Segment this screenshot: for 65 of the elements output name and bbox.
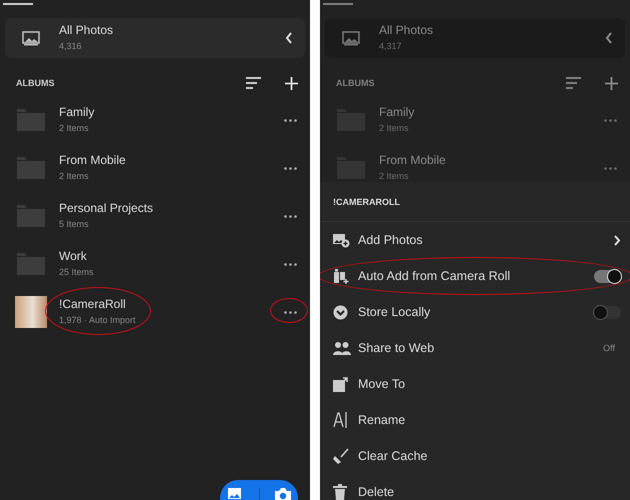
menu-item[interactable]: Clear Cache	[358, 449, 621, 463]
folder-icon	[17, 157, 45, 179]
setting-value: Off	[603, 343, 615, 353]
folder-icon	[17, 205, 45, 227]
all-photos-card[interactable]: All Photos 4,316	[5, 18, 305, 58]
album-name[interactable]: From Mobile	[379, 153, 446, 168]
photo-placeholder	[15, 296, 47, 328]
image-icon	[22, 30, 40, 46]
menu-item[interactable]: Delete	[358, 485, 621, 499]
sheet-title: !CAMERAROLL	[333, 196, 400, 206]
add-photo-button[interactable]	[228, 488, 244, 500]
phone-plus-icon	[333, 268, 349, 284]
more-icon	[284, 118, 297, 122]
menu-item[interactable]: Rename	[358, 413, 621, 427]
more-icon	[284, 262, 297, 266]
album-name[interactable]: Work	[59, 249, 87, 264]
sort-icon[interactable]	[246, 77, 261, 89]
all-photos-title: All Photos	[59, 23, 114, 38]
album-count: 25 Items	[59, 266, 94, 279]
download-circle-icon	[333, 304, 348, 320]
section-heading: ALBUMS	[336, 78, 376, 88]
menu-item[interactable]: Share to Web	[358, 341, 604, 355]
album-count: 5 Items	[59, 218, 89, 231]
album-name[interactable]: Personal Projects	[59, 201, 154, 216]
album-name[interactable]: !CameraRoll	[59, 297, 126, 312]
more-icon	[604, 166, 617, 170]
add-icon[interactable]	[285, 76, 298, 90]
album-count: 2 Items	[59, 170, 89, 183]
menu-item[interactable]: Move To	[358, 377, 621, 391]
tab-indicator	[3, 3, 33, 5]
more-icon	[284, 310, 297, 314]
menu-item[interactable]: Store Locally	[358, 305, 594, 319]
text-cursor-icon	[333, 412, 348, 428]
camera-button[interactable]	[274, 488, 290, 500]
toggle-switch[interactable]	[594, 306, 621, 318]
move-icon	[333, 376, 348, 392]
folder-icon	[17, 109, 45, 131]
more-icon	[284, 214, 297, 218]
trash-icon	[333, 484, 347, 500]
section-heading: ALBUMS	[16, 78, 56, 88]
all-photos-title: All Photos	[379, 23, 434, 38]
menu-item[interactable]: Auto Add from Camera Roll	[358, 269, 594, 283]
people-icon	[333, 341, 351, 355]
tab-indicator	[323, 3, 353, 5]
chevron-right-icon	[614, 234, 621, 246]
album-count: 2 Items	[59, 122, 89, 135]
folder-icon	[17, 253, 45, 275]
toggle-switch[interactable]	[594, 270, 621, 282]
all-photos-card[interactable]: All Photos 4,317	[325, 18, 625, 58]
album-name[interactable]: Family	[59, 105, 94, 120]
album-count: 1,978 · Auto Import	[59, 314, 136, 327]
image-icon	[342, 30, 360, 46]
album-name[interactable]: Family	[379, 105, 414, 120]
broom-icon	[333, 448, 349, 464]
more-icon	[604, 118, 617, 122]
add-photo-icon	[333, 232, 350, 248]
album-name[interactable]: From Mobile	[59, 153, 126, 168]
photo-count: 4,316	[59, 40, 82, 53]
menu-item[interactable]: Add Photos	[358, 233, 614, 247]
more-icon	[284, 166, 297, 170]
album-count: 2 Items	[379, 122, 409, 135]
album-count: 2 Items	[379, 170, 409, 183]
chevron-left-icon[interactable]	[605, 32, 613, 44]
chevron-left-icon[interactable]	[285, 32, 293, 44]
photo-count: 4,317	[379, 40, 402, 53]
